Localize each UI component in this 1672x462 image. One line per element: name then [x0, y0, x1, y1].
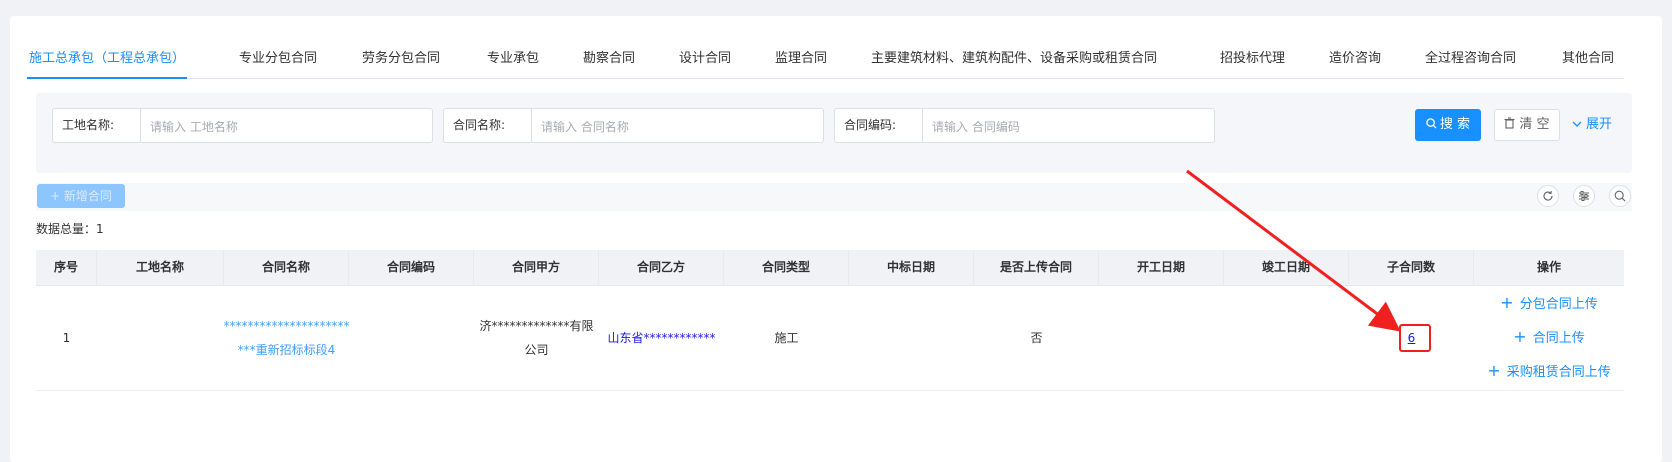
refresh-button[interactable] — [1537, 185, 1559, 207]
tab-general-contract[interactable]: 施工总承包（工程总承包） — [26, 40, 188, 79]
column-header-actions: 操作 — [1536, 260, 1561, 274]
contract-code-field: 合同编码: — [834, 108, 1215, 143]
cell-party-b: 山东省************ — [607, 331, 716, 345]
site-name-label: 工地名称: — [53, 109, 141, 142]
site-name-input[interactable] — [148, 115, 402, 139]
tab-bidding-agency[interactable]: 招投标代理 — [1220, 40, 1285, 76]
contract-name-line2: ***重新招标标段4 — [237, 343, 336, 357]
content-card — [10, 16, 1662, 462]
trash-icon — [1504, 117, 1515, 129]
cell-uploaded: 否 — [1030, 331, 1043, 345]
column-header-party-a: 合同甲方 — [474, 250, 599, 285]
table-row: 1 ********************* ***重新招标标段4 济****… — [36, 286, 1624, 391]
contract-code-input[interactable] — [930, 115, 1184, 139]
tab-whole-process-consulting[interactable]: 全过程咨询合同 — [1425, 40, 1516, 76]
contract-name-input[interactable] — [539, 115, 793, 139]
tab-labor-subcontract[interactable]: 劳务分包合同 — [362, 40, 440, 76]
clear-button-label: 清 空 — [1519, 117, 1550, 132]
upload-contract-label: 合同上传 — [1532, 331, 1585, 346]
contract-type-tabs: 施工总承包（工程总承包） 专业分包合同 劳务分包合同 专业承包 勘察合同 设计合… — [26, 40, 1624, 79]
contract-name-label: 合同名称: — [444, 109, 532, 142]
party-a-line1: 济*************有限 — [479, 319, 594, 333]
contract-name-line1: ********************* — [223, 319, 350, 333]
cell-contract-name: ********************* ***重新招标标段4 — [223, 286, 350, 390]
total-count: 数据总量：1 — [36, 222, 104, 236]
expand-button-label: 展开 — [1586, 117, 1613, 132]
column-header-sub-count: 子合同数 — [1349, 250, 1474, 285]
add-contract-button[interactable]: + 新增合同 — [37, 184, 125, 208]
cell-index: 1 — [62, 331, 71, 345]
search-icon — [1614, 190, 1626, 202]
sliders-icon — [1579, 191, 1589, 201]
column-header-site-name: 工地名称 — [97, 250, 224, 285]
contract-code-label: 合同编码: — [835, 109, 923, 142]
upload-contract-link[interactable]: + 合同上传 — [1513, 325, 1584, 351]
plus-icon: + — [1513, 327, 1527, 346]
expand-button[interactable]: 展开 — [1572, 109, 1612, 141]
tab-materials-procurement[interactable]: 主要建筑材料、建筑构配件、设备采购或租赁合同 — [871, 40, 1157, 76]
table-toolbar — [36, 183, 1632, 211]
clear-button[interactable]: 清 空 — [1494, 109, 1560, 141]
site-name-field: 工地名称: — [52, 108, 433, 143]
cell-actions: + 分包合同上传 + 合同上传 + 采购租赁合同上传 — [1474, 286, 1624, 390]
column-header-index: 序号 — [36, 250, 97, 285]
search-button[interactable]: 搜 索 — [1415, 109, 1481, 141]
tab-professional-subcontract[interactable]: 专业分包合同 — [239, 40, 317, 76]
cell-start-date — [1099, 286, 1224, 390]
column-header-contract-name: 合同名称 — [224, 250, 349, 285]
party-a-line2: 公司 — [524, 343, 549, 357]
tab-supervision-contract[interactable]: 监理合同 — [775, 40, 827, 76]
tab-survey-contract[interactable]: 勘察合同 — [583, 40, 635, 76]
toggle-search-button[interactable] — [1609, 185, 1631, 207]
cell-contract-code — [349, 286, 474, 390]
upload-procurement-lease-link[interactable]: + 采购租赁合同上传 — [1487, 359, 1610, 385]
cell-site-name — [97, 286, 224, 390]
upload-procurement-lease-label: 采购租赁合同上传 — [1506, 365, 1611, 380]
upload-subcontract-label: 分包合同上传 — [1519, 297, 1598, 312]
column-header-contract-code: 合同编码 — [349, 250, 474, 285]
tab-cost-consulting[interactable]: 造价咨询 — [1329, 40, 1381, 76]
search-button-label: 搜 索 — [1439, 117, 1471, 132]
chevron-down-icon — [1572, 121, 1582, 127]
plus-icon: + — [1500, 293, 1514, 312]
column-settings-button[interactable] — [1573, 185, 1595, 207]
cell-end-date — [1224, 286, 1349, 390]
cell-party-a: 济*************有限 公司 — [474, 286, 599, 390]
contract-name-field: 合同名称: — [443, 108, 824, 143]
search-icon — [1426, 118, 1437, 129]
column-header-uploaded: 是否上传合同 — [974, 250, 1099, 285]
cell-contract-type: 施工 — [774, 331, 799, 345]
cell-bid-date — [849, 286, 974, 390]
tab-professional-contracting[interactable]: 专业承包 — [487, 40, 539, 76]
annotation-highlight-box — [1399, 324, 1431, 352]
column-header-party-b: 合同乙方 — [599, 250, 724, 285]
refresh-icon — [1543, 190, 1553, 201]
column-header-start-date: 开工日期 — [1099, 250, 1224, 285]
column-header-end-date: 竣工日期 — [1224, 250, 1349, 285]
column-header-bid-date: 中标日期 — [849, 250, 974, 285]
upload-subcontract-link[interactable]: + 分包合同上传 — [1500, 291, 1597, 317]
table-header: 序号 工地名称 合同名称 合同编码 合同甲方 合同乙方 合同类型 中标日期 是否… — [36, 250, 1624, 286]
search-panel: 工地名称: 合同名称: 合同编码: 搜 索 清 空 展开 — [36, 93, 1632, 173]
tab-design-contract[interactable]: 设计合同 — [679, 40, 731, 76]
column-header-contract-type: 合同类型 — [724, 250, 849, 285]
plus-icon: + — [1487, 361, 1501, 380]
tab-other-contracts[interactable]: 其他合同 — [1562, 40, 1614, 76]
